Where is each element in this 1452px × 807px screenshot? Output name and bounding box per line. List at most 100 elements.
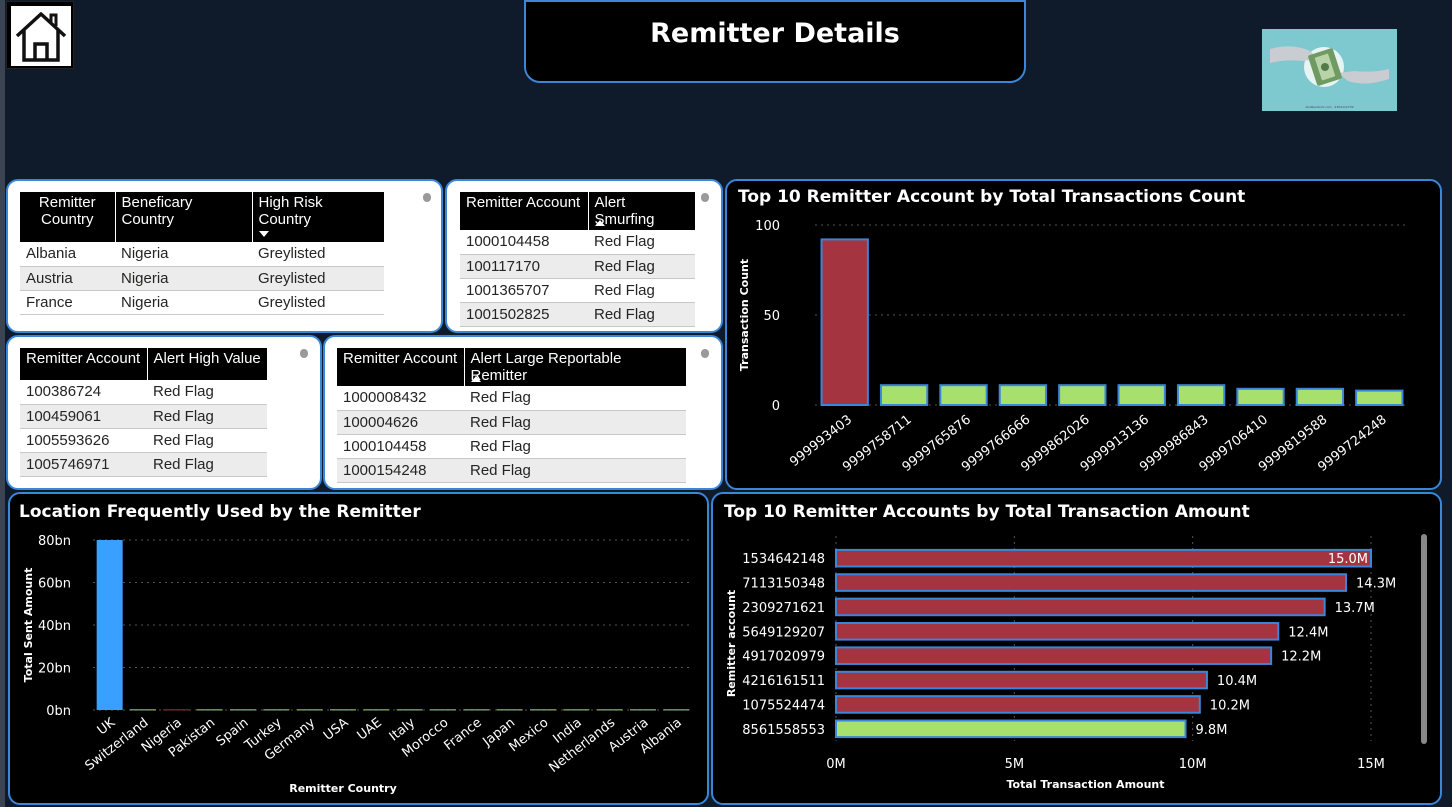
table-row[interactable]: 100386724 Red Flag [20, 380, 267, 405]
y-tick-label: 50 [763, 309, 780, 324]
x-tick-label: USA [321, 715, 352, 743]
bar [496, 709, 523, 711]
high-risk-country-table: Remitter Country Beneficary Country High… [20, 192, 384, 315]
bar [563, 709, 590, 711]
bar [835, 670, 1208, 690]
transactions-count-chart-card: Top 10 Remitter Account by Total Transac… [725, 179, 1442, 490]
page-title: Remitter Details [650, 18, 900, 49]
table-cell: Red Flag [464, 386, 686, 411]
y-tick-label: 1534642148 [742, 552, 825, 567]
table-cell: Nigeria [115, 242, 252, 267]
table-row[interactable]: 100459061 Red Flag [20, 404, 267, 429]
scrollbar-thumb[interactable] [300, 349, 308, 358]
home-button[interactable] [6, 1, 74, 69]
table-cell: 1001365707 [460, 278, 588, 303]
table-cell: Red Flag [464, 458, 686, 483]
column-header-alert-smurfing[interactable]: Alert Smurfing [588, 192, 695, 230]
column-header-remitter-country[interactable]: Remitter Country [20, 192, 116, 242]
table-row[interactable]: 1000104458 Red Flag [337, 434, 686, 459]
bar [163, 709, 190, 711]
column-header-alert-large-reportable[interactable]: Alert Large Reportable Remitter [464, 348, 686, 386]
image-watermark: shutterstock.com · 2304112739 [1305, 105, 1354, 109]
column-header-high-risk-country[interactable]: High Risk Country [252, 192, 384, 242]
column-header-remitter-account[interactable]: Remitter Account [20, 348, 148, 380]
home-icon [15, 12, 67, 62]
bar [879, 384, 929, 406]
table-row[interactable]: 1000104458 Red Flag [460, 230, 695, 255]
bar [835, 646, 1273, 665]
y-axis-title: Total Sent Amount [22, 568, 35, 683]
table-row[interactable]: Austria Nigeria Greylisted [20, 266, 384, 291]
table-cell: France [20, 290, 115, 315]
table-cell: 1000104458 [460, 230, 588, 255]
y-tick-label: 0bn [46, 704, 71, 719]
table-cell: 1000104458 [337, 434, 464, 459]
table-cell: 100386724 [20, 380, 147, 405]
scrollbar-thumb[interactable] [701, 193, 709, 202]
table-row[interactable]: 1000008432 Red Flag [337, 386, 686, 411]
x-tick-label: 10M [1179, 757, 1207, 772]
bar [663, 709, 690, 711]
table-cell: 1001502825 [460, 302, 588, 327]
transaction-amount-chart-card: Top 10 Remitter Accounts by Total Transa… [711, 492, 1442, 805]
data-label: 10.4M [1217, 674, 1257, 689]
y-tick-label: 60bn [38, 577, 71, 592]
data-label: 14.3M [1356, 577, 1396, 592]
bar [230, 709, 256, 711]
alert-smurfing-table: Remitter Account Alert Smurfing 10001044… [460, 192, 695, 327]
bar [263, 709, 290, 711]
y-tick-label: 80bn [38, 534, 71, 549]
y-axis-title: Transaction Count [738, 259, 751, 371]
data-label: 12.2M [1281, 650, 1321, 665]
table-cell: Red Flag [147, 428, 267, 453]
table-cell: Red Flag [588, 278, 695, 303]
y-tick-label: 0 [772, 399, 780, 414]
x-tick-label: UK [95, 715, 119, 738]
bar [530, 709, 556, 711]
bar [130, 709, 156, 711]
table-row[interactable]: 1000154248 Red Flag [337, 458, 686, 483]
bar [1355, 389, 1404, 407]
scrollbar-thumb [1421, 534, 1427, 744]
table-row[interactable]: 1005746971 Red Flag [20, 452, 267, 477]
x-axis-title: Total Transaction Amount [1006, 778, 1164, 791]
table-row[interactable]: 100117170 Red Flag [460, 254, 695, 279]
bar [998, 384, 1048, 406]
table-row[interactable]: 100004626 Red Flag [337, 410, 686, 435]
column-header-beneficiary-country[interactable]: Beneficary Country [115, 192, 253, 242]
table-cell: 1005593626 [20, 428, 147, 453]
bar [596, 709, 623, 711]
column-header-remitter-account[interactable]: Remitter Account [460, 192, 589, 230]
transaction-amount-chart: 0M 5M 10M 15M Total Transaction Amount Remitt… [725, 534, 1427, 791]
bar [630, 709, 656, 711]
scrollbar-thumb[interactable] [701, 349, 709, 358]
x-tick-label: 5M [1005, 757, 1025, 772]
money-exchange-image: shutterstock.com · 2304112739 [1262, 29, 1397, 111]
bar [396, 709, 423, 711]
table-cell: Red Flag [464, 410, 686, 435]
bar [196, 709, 223, 711]
y-tick-label: 4917020979 [742, 650, 825, 665]
table-row[interactable]: 1001502825 Red Flag [460, 302, 695, 327]
bar [835, 548, 1372, 568]
column-header-remitter-account[interactable]: Remitter Account [337, 348, 465, 386]
table-row[interactable]: France Nigeria Greylisted [20, 290, 384, 315]
y-tick-label: 20bn [38, 662, 71, 677]
y-tick-label: 7113150348 [742, 577, 825, 592]
table-cell: Nigeria [115, 290, 252, 315]
bar [835, 573, 1348, 592]
location-chart: 0bn 20bn 40bn 60bn 80bn Total Sent Amount Remi… [22, 534, 693, 795]
table-row[interactable]: 1005593626 Red Flag [20, 428, 267, 453]
scrollbar-thumb[interactable] [423, 193, 431, 202]
location-chart-card: Location Frequently Used by the Remitter… [8, 492, 709, 805]
table-cell: Greylisted [252, 290, 384, 315]
table-row[interactable]: Albania Nigeria Greylisted [20, 242, 384, 267]
y-tick-label: 1075524474 [742, 698, 825, 713]
x-axis-title: Remitter Country [289, 782, 397, 795]
table-cell: 1000154248 [337, 458, 464, 483]
alert-smurfing-card: Remitter Account Alert Smurfing 10001044… [445, 179, 723, 333]
table-row[interactable]: 1001365707 Red Flag [460, 278, 695, 303]
column-header-alert-high-value[interactable]: Alert High Value [147, 348, 267, 380]
table-cell: 100117170 [460, 254, 588, 279]
table-cell: Greylisted [252, 242, 384, 267]
